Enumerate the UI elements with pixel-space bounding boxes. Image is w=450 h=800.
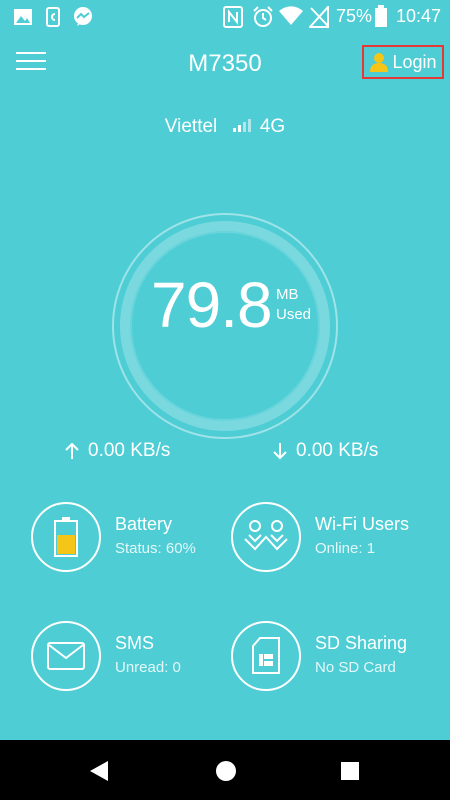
sms-title: SMS bbox=[115, 633, 155, 653]
battery-level-fill bbox=[57, 535, 75, 554]
home-icon[interactable] bbox=[215, 760, 237, 782]
status-bar: 75% 10:47 bbox=[0, 0, 450, 34]
envelope-icon bbox=[47, 642, 85, 670]
navigation-bar bbox=[0, 740, 450, 800]
user-icon bbox=[370, 53, 389, 72]
network-type: 4G bbox=[259, 116, 286, 137]
wifi-users-icon bbox=[244, 520, 288, 551]
download-speed: 0.00 KB/s bbox=[272, 440, 378, 462]
wifi-icon bbox=[279, 6, 303, 26]
sd-card-icon bbox=[252, 637, 280, 674]
sms-tile[interactable]: SMS Unread: 0 bbox=[31, 621, 231, 701]
carrier-name: Viettel bbox=[164, 116, 218, 137]
recent-apps-icon[interactable] bbox=[340, 761, 360, 781]
clock: 10:47 bbox=[396, 6, 442, 26]
sd-sharing-circle bbox=[231, 621, 301, 691]
battery-icon bbox=[54, 517, 78, 557]
battery-tile[interactable]: Battery Status: 60% bbox=[31, 502, 231, 582]
wifi-users-title: Wi-Fi Users bbox=[315, 514, 409, 534]
upload-speed: 0.00 KB/s bbox=[64, 440, 170, 462]
usage-value: 79.8 bbox=[151, 269, 273, 341]
login-button[interactable]: Login bbox=[362, 45, 444, 79]
sms-circle bbox=[31, 621, 101, 691]
arrow-up-icon bbox=[65, 442, 79, 459]
sd-sharing-title: SD Sharing bbox=[315, 633, 408, 653]
back-icon[interactable] bbox=[88, 760, 110, 782]
battery-status: Status: 60% bbox=[115, 540, 196, 557]
download-speed-value: 0.00 KB/s bbox=[296, 440, 379, 461]
app-notification-icon bbox=[46, 7, 60, 27]
login-label: Login bbox=[392, 51, 437, 72]
battery-status-icon bbox=[375, 5, 387, 27]
no-signal-icon bbox=[309, 6, 329, 28]
nfc-icon bbox=[223, 6, 243, 28]
upload-speed-value: 0.00 KB/s bbox=[88, 440, 171, 461]
battery-title: Battery bbox=[115, 514, 173, 534]
wifi-users-status: Online: 1 bbox=[315, 540, 376, 557]
signal-strength-icon bbox=[232, 119, 251, 132]
usage-label: Used bbox=[276, 306, 312, 323]
wifi-users-circle bbox=[231, 502, 301, 572]
arrow-down-icon bbox=[273, 443, 287, 460]
wifi-users-tile[interactable]: Wi-Fi Users Online: 1 bbox=[231, 502, 431, 582]
image-notification-icon bbox=[14, 9, 32, 25]
sd-sharing-status: No SD Card bbox=[315, 659, 396, 676]
sd-sharing-tile[interactable]: SD Sharing No SD Card bbox=[231, 621, 431, 701]
app-bar: M7350 Login bbox=[0, 34, 450, 94]
sms-status: Unread: 0 bbox=[115, 659, 181, 676]
battery-percent: 75% bbox=[336, 6, 373, 26]
messenger-icon bbox=[74, 7, 92, 26]
network-info: Viettel 4G bbox=[0, 116, 450, 138]
battery-circle bbox=[31, 502, 101, 572]
alarm-icon bbox=[253, 6, 273, 27]
usage-unit: MB bbox=[276, 286, 299, 303]
